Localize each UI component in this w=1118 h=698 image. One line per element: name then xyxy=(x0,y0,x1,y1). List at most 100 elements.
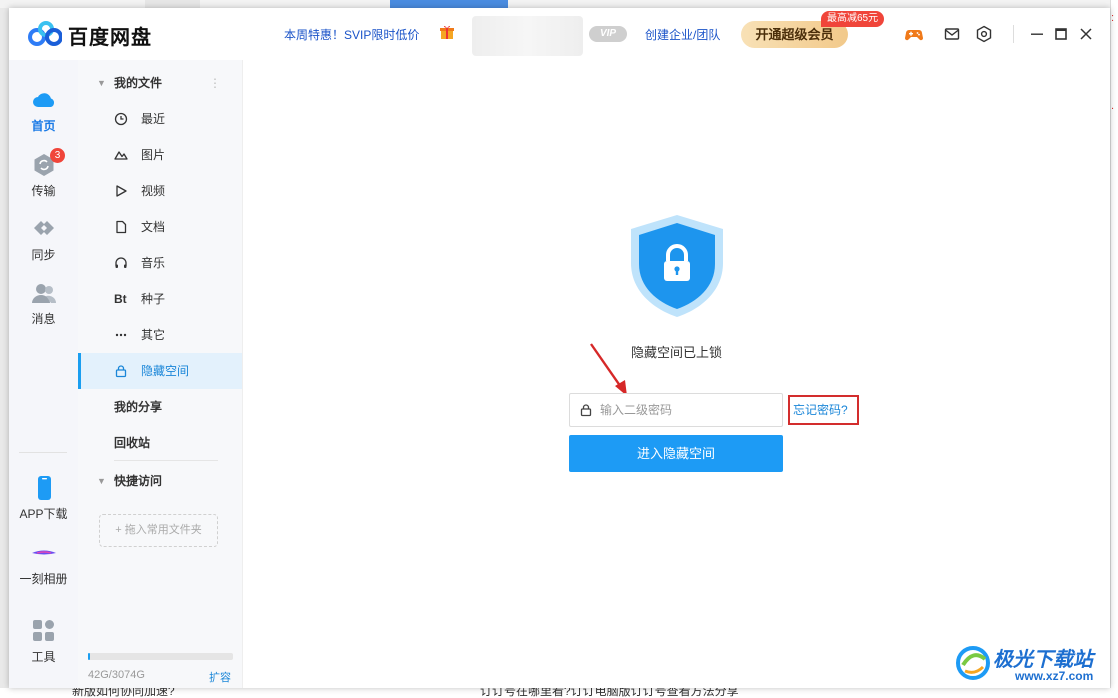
create-team-link[interactable]: 创建企业/团队 xyxy=(645,26,720,43)
rail-item-sync[interactable]: 同步 xyxy=(9,216,78,263)
video-icon xyxy=(116,185,127,197)
enter-hidden-space-button[interactable]: 进入隐藏空间 xyxy=(569,435,783,472)
sidebar-item-documents[interactable]: 文档 xyxy=(78,209,242,245)
quick-access-header[interactable]: ▼ 快捷访问 xyxy=(78,463,242,499)
message-icon xyxy=(31,284,56,303)
rail-label: 工具 xyxy=(31,650,56,664)
vip-badge: VIP xyxy=(589,26,627,42)
document-icon xyxy=(116,220,127,234)
my-files-label: 我的文件 xyxy=(114,76,163,90)
rail-label: 传输 xyxy=(31,184,56,198)
image-icon xyxy=(114,151,128,160)
recycle-bin-label: 回收站 xyxy=(114,436,151,450)
rail-item-album[interactable]: 一刻相册 xyxy=(9,540,78,587)
sidebar-item-images[interactable]: 图片 xyxy=(78,137,242,173)
more-icon xyxy=(115,333,127,337)
sidebar-item-label: 种子 xyxy=(141,292,166,306)
sidebar-item-label: 文档 xyxy=(141,220,166,234)
phone-icon xyxy=(37,476,51,500)
caret-down-icon: ▼ xyxy=(97,78,106,88)
baidu-netdisk-logo-icon xyxy=(28,21,62,46)
red-arrow-annotation xyxy=(590,343,627,396)
close-icon[interactable] xyxy=(1077,25,1095,43)
album-icon xyxy=(31,550,56,555)
rail-label: 首页 xyxy=(31,119,56,133)
add-frequent-folder-dropzone[interactable]: + 拖入常用文件夹 xyxy=(99,514,218,547)
sidebar-item-label: 最近 xyxy=(141,112,166,126)
user-account-area[interactable] xyxy=(472,16,583,56)
file-sidebar: ▼ 我的文件 ⋮ 最近 图片 视频 文档 音乐 Bt 种子 其它 隐藏空间 我的… xyxy=(78,60,243,688)
sidebar-item-videos[interactable]: 视频 xyxy=(78,173,242,209)
titlebar-divider xyxy=(1013,25,1014,43)
gamepad-icon[interactable] xyxy=(905,25,923,43)
hidden-space-locked-text: 隐藏空间已上锁 xyxy=(630,345,722,360)
more-options-icon[interactable]: ⋮ xyxy=(209,65,221,101)
storage-usage-fill xyxy=(88,653,91,660)
lock-icon xyxy=(580,404,592,417)
sidebar-item-hidden-space[interactable]: 隐藏空间 xyxy=(78,353,242,389)
mail-icon[interactable] xyxy=(943,25,961,43)
sidebar-item-recycle-bin[interactable]: 回收站 xyxy=(78,425,242,461)
rail-item-transfer[interactable]: 3 传输 xyxy=(9,148,78,199)
sidebar-item-label: 图片 xyxy=(141,148,166,162)
watermark-logo-icon xyxy=(956,646,990,680)
expand-storage-link[interactable]: 扩容 xyxy=(209,669,231,685)
sidebar-item-music[interactable]: 音乐 xyxy=(78,245,242,281)
rail-label: APP下载 xyxy=(19,507,68,521)
background-desktop-right: : . xyxy=(1110,0,1118,698)
my-files-header[interactable]: ▼ 我的文件 ⋮ xyxy=(78,65,242,101)
gift-icon[interactable] xyxy=(439,24,455,40)
clock-icon xyxy=(114,112,128,126)
sidebar-item-label: 音乐 xyxy=(141,256,166,270)
watermark: 极光下载站 www.xz7.com xyxy=(955,641,1105,687)
forgot-password-link[interactable]: 忘记密码? xyxy=(788,395,859,425)
rail-label: 一刻相册 xyxy=(19,572,68,586)
watermark-url: www.xz7.com xyxy=(1015,669,1094,683)
rail-item-app-download[interactable]: APP下载 xyxy=(9,475,78,522)
password-field[interactable] xyxy=(569,393,783,427)
rail-item-home[interactable]: 首页 xyxy=(9,87,78,134)
baidu-netdisk-window: 百度网盘 本周特惠！SVIP限时低价 VIP 创建企业/团队 开通超级会员 最高… xyxy=(9,8,1110,688)
background-text: 订订号在哪里看?订订电脑版订订号查看方法分享 xyxy=(480,688,739,698)
sidebar-item-label: 隐藏空间 xyxy=(141,364,190,378)
quick-access-label: 快捷访问 xyxy=(114,474,163,488)
sidebar-item-my-share[interactable]: 我的分享 xyxy=(78,389,242,425)
transfer-count-badge: 3 xyxy=(50,148,65,163)
promo-link[interactable]: 本周特惠！SVIP限时低价 xyxy=(284,26,419,43)
maximize-icon[interactable] xyxy=(1052,25,1070,43)
hidden-space-panel: 隐藏空间已上锁 忘记密码? 进入隐藏空间 xyxy=(243,60,1110,688)
left-rail: 首页 3 传输 同步 消息 APP下载 一刻相册 工具 xyxy=(9,60,78,688)
settings-icon[interactable] xyxy=(975,25,993,43)
sidebar-item-label: 其它 xyxy=(141,328,166,342)
background-desktop-top xyxy=(0,0,1118,8)
rail-divider xyxy=(19,452,67,453)
my-share-label: 我的分享 xyxy=(114,400,163,414)
rail-label: 同步 xyxy=(31,248,56,262)
storage-usage-bar xyxy=(88,653,233,660)
sidebar-item-others[interactable]: 其它 xyxy=(78,317,242,353)
lock-icon xyxy=(115,365,127,378)
sidebar-divider xyxy=(114,460,218,461)
caret-down-icon: ▼ xyxy=(97,476,106,486)
sidebar-item-torrents[interactable]: Bt 种子 xyxy=(78,281,242,317)
shield-lock-icon xyxy=(631,215,723,317)
rail-item-message[interactable]: 消息 xyxy=(9,280,78,327)
rail-item-tools[interactable]: 工具 xyxy=(9,618,78,665)
watermark-title: 极光下载站 xyxy=(993,649,1093,671)
headphone-icon xyxy=(115,257,127,268)
app-name: 百度网盘 xyxy=(68,27,152,49)
torrent-icon: Bt xyxy=(114,292,127,306)
title-bar: 百度网盘 本周特惠！SVIP限时低价 VIP 创建企业/团队 开通超级会员 最高… xyxy=(9,8,1110,60)
cloud-icon xyxy=(32,93,54,107)
sync-icon xyxy=(33,221,54,235)
background-text: 新版如何协同加速? xyxy=(72,688,175,698)
sidebar-item-label: 视频 xyxy=(141,184,166,198)
rail-label: 消息 xyxy=(31,312,56,326)
tools-icon xyxy=(32,620,54,641)
background-desktop-bottom: 新版如何协同加速? 订订号在哪里看?订订电脑版订订号查看方法分享 xyxy=(0,688,1118,698)
discount-tag: 最高减65元 xyxy=(821,11,885,27)
secondary-password-input[interactable] xyxy=(600,394,778,426)
sidebar-item-recent[interactable]: 最近 xyxy=(78,101,242,137)
minimize-icon[interactable] xyxy=(1028,25,1046,43)
storage-usage-text: 42G/3074G xyxy=(88,669,145,681)
